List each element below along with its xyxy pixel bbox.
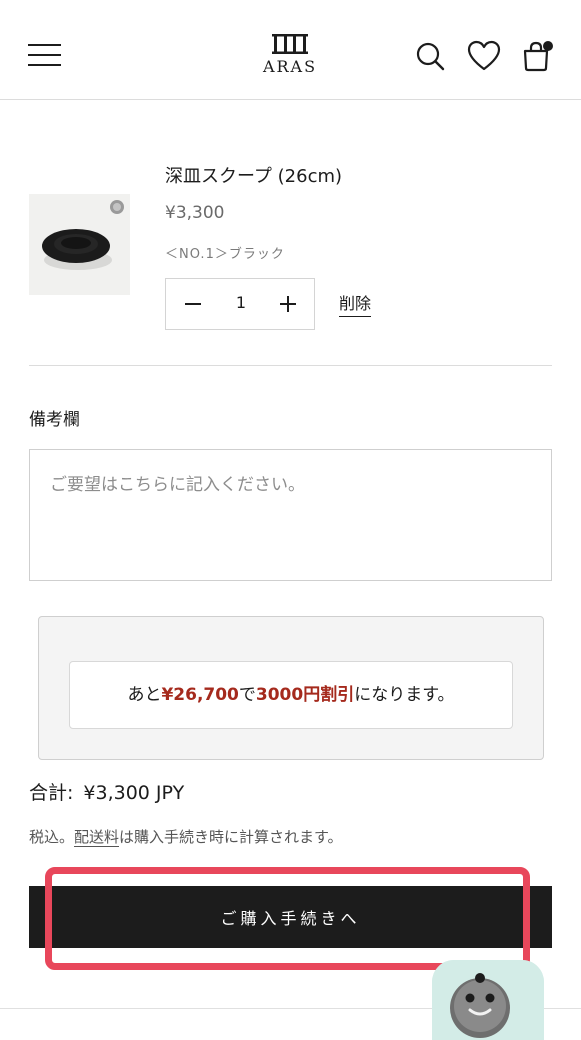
promo-middle: で <box>238 685 256 705</box>
search-icon[interactable] <box>414 40 446 72</box>
shipping-policy-link[interactable]: 配送料 <box>74 828 120 847</box>
divider <box>29 365 552 366</box>
logo-mark-icon <box>272 34 308 54</box>
checkout-button[interactable]: ご購入手続きへ <box>29 886 552 948</box>
menu-icon[interactable] <box>28 42 62 68</box>
brand-logo[interactable]: ARAS <box>240 34 340 84</box>
chatbot-avatar-icon <box>432 960 544 1040</box>
bowl-image <box>29 194 130 295</box>
plus-icon[interactable] <box>273 289 303 319</box>
notes-label: 備考欄 <box>29 410 80 430</box>
tax-suffix: は購入手続き時に計算されます。 <box>119 828 343 846</box>
tax-prefix: 税込。 <box>29 828 75 846</box>
minus-icon[interactable] <box>178 289 208 319</box>
product-variant: ＜NO.1＞ブラック <box>165 247 285 262</box>
product-name[interactable]: 深皿スクープ (26cm) <box>165 162 342 188</box>
promo-suffix: になります。 <box>354 685 455 705</box>
discount-message: あと¥26,700で3000円割引になります。 <box>69 661 513 729</box>
tax-note: 税込。配送料は購入手続き時に計算されます。 <box>29 826 343 847</box>
site-header: ARAS <box>0 0 581 100</box>
logo-text: ARAS <box>262 57 318 76</box>
promo-discount: 3000円割引 <box>255 685 355 705</box>
quantity-value[interactable]: 1 <box>216 293 266 312</box>
product-thumbnail[interactable] <box>29 194 130 295</box>
quantity-stepper: 1 <box>165 278 315 330</box>
free-discount-banner: あと¥26,700で3000円割引になります。 <box>38 616 544 760</box>
chat-widget-button[interactable] <box>432 960 544 1040</box>
notes-textarea[interactable] <box>29 449 552 581</box>
remove-item-link[interactable]: 削除 <box>339 290 372 317</box>
product-price: ¥3,300 <box>165 203 225 223</box>
total-label: 合計: <box>29 782 74 804</box>
promo-prefix: あと <box>127 685 162 705</box>
total-value: ¥3,300 JPY <box>83 782 185 804</box>
cart-badge-dot <box>543 41 553 51</box>
promo-amount: ¥26,700 <box>161 685 239 705</box>
heart-icon[interactable] <box>467 40 501 72</box>
order-total: 合計: ¥3,300 JPY <box>29 778 184 805</box>
